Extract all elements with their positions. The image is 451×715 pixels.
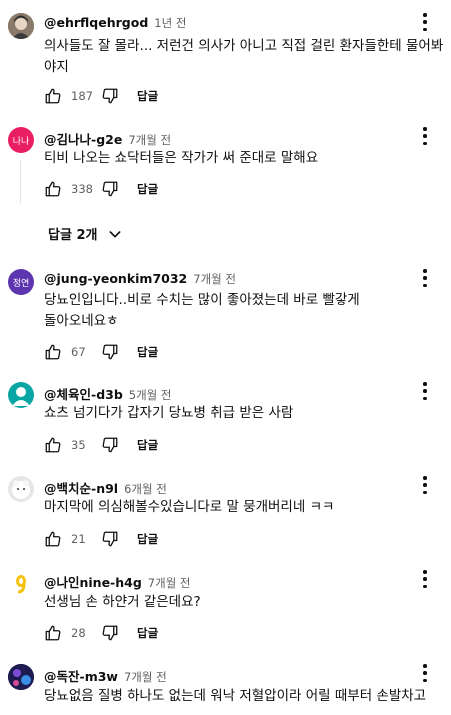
comment-text: 선생님 손 하얀거 같은데요?	[44, 594, 201, 610]
avatar[interactable]	[8, 382, 34, 408]
comment-text: 마지막에 의심해볼수있습니다로 말 뭉개버리네 ㅋㅋ	[44, 499, 335, 515]
avatar[interactable]: 정연	[8, 269, 34, 295]
comment-time[interactable]: 6개월 전	[124, 481, 167, 497]
comment-author[interactable]: @독잔-m3w	[44, 666, 118, 685]
avatar[interactable]: 나나	[8, 127, 34, 153]
comment-text: 쇼츠 넘기다가 갑자기 당뇨병 취급 받은 사람	[44, 405, 294, 421]
dislike-icon[interactable]	[101, 87, 119, 105]
comment-text: 티비 나오는 쇼닥터들은 작가가 써 준대로 말해요	[44, 150, 319, 166]
dislike-icon[interactable]	[101, 343, 119, 361]
avatar[interactable]	[8, 476, 34, 502]
like-count: 187	[71, 89, 93, 103]
avatar-initials: 나나	[12, 136, 30, 147]
reply-button[interactable]: 답글	[137, 181, 158, 197]
comment-author[interactable]: @체육인-d3b	[44, 384, 123, 403]
like-count: 338	[71, 182, 93, 196]
comment-author[interactable]: @김나나-g2e	[44, 129, 122, 148]
comment-time[interactable]: 5개월 전	[129, 387, 172, 403]
dislike-icon[interactable]	[101, 180, 119, 198]
more-options-icon[interactable]	[419, 475, 431, 495]
like-count: 21	[71, 532, 86, 546]
comment-author[interactable]: @백치순-n9l	[44, 478, 118, 497]
view-replies-button[interactable]: 답글 2개	[48, 224, 123, 243]
thread-line	[20, 160, 21, 204]
comment-text: 당뇨인입니다..비로 수치는 많이 좋아졌는데 바로 빨갛게 돌아오네요ㅎ	[44, 292, 360, 329]
comment-time[interactable]: 7개월 전	[193, 271, 236, 287]
comment-author[interactable]: @나인nine-h4g	[44, 572, 142, 591]
reply-button[interactable]: 답글	[137, 88, 158, 104]
comment-time[interactable]: 7개월 전	[124, 669, 167, 685]
like-icon[interactable]	[44, 180, 62, 198]
like-icon[interactable]	[44, 343, 62, 361]
like-count: 67	[71, 345, 86, 359]
more-options-icon[interactable]	[419, 569, 431, 589]
comment-text: 의사들도 잘 몰라... 저런건 의사가 아니고 직접 걸린 환자들한테 물어봐…	[44, 38, 444, 75]
dislike-icon[interactable]	[101, 624, 119, 642]
reply-button[interactable]: 답글	[137, 344, 158, 360]
like-icon[interactable]	[44, 436, 62, 454]
comment-time[interactable]: 7개월 전	[128, 132, 171, 148]
more-options-icon[interactable]	[419, 12, 431, 32]
comment-time[interactable]: 1년 전	[154, 15, 186, 31]
avatar-initials: 정연	[12, 278, 30, 289]
replies-count-label: 답글 2개	[48, 228, 98, 243]
reply-button[interactable]: 답글	[137, 625, 158, 641]
like-count: 28	[71, 626, 86, 640]
avatar[interactable]	[8, 13, 34, 39]
like-count: 35	[71, 438, 86, 452]
like-icon[interactable]	[44, 87, 62, 105]
more-options-icon[interactable]	[419, 126, 431, 146]
like-icon[interactable]	[44, 530, 62, 548]
comment-author[interactable]: @jung-yeonkim7032	[44, 271, 187, 286]
reply-button[interactable]: 답글	[137, 531, 158, 547]
comment-text: 당뇨없음 질병 하나도 없는데 워낙 저혈압이라 어릴 때부터 손발차고	[44, 688, 427, 704]
avatar[interactable]	[8, 664, 34, 690]
avatar[interactable]	[8, 570, 34, 596]
dislike-icon[interactable]	[101, 530, 119, 548]
like-icon[interactable]	[44, 624, 62, 642]
dislike-icon[interactable]	[101, 436, 119, 454]
more-options-icon[interactable]	[419, 268, 431, 288]
more-options-icon[interactable]	[419, 381, 431, 401]
comment-author[interactable]: @ehrflqehrgod	[44, 15, 148, 30]
reply-button[interactable]: 답글	[137, 437, 158, 453]
more-options-icon[interactable]	[419, 663, 431, 683]
comment-time[interactable]: 7개월 전	[148, 575, 191, 591]
chevron-down-icon	[107, 226, 123, 242]
